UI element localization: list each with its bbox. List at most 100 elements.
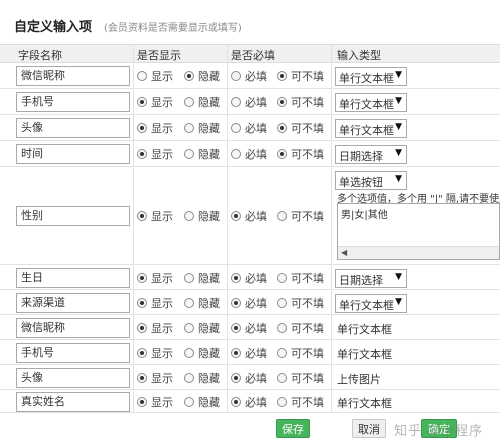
radio-icon[interactable]: [277, 397, 287, 407]
radio-icon[interactable]: [184, 348, 194, 358]
radio-icon[interactable]: [184, 298, 194, 308]
radio-icon[interactable]: [277, 149, 287, 159]
optional-radio[interactable]: 可不填: [277, 121, 324, 135]
radio-icon[interactable]: [137, 298, 147, 308]
radio-icon[interactable]: [231, 71, 241, 81]
radio-icon[interactable]: [137, 397, 147, 407]
show-radio[interactable]: 显示: [137, 271, 173, 285]
radio-icon[interactable]: [137, 211, 147, 221]
radio-icon[interactable]: [184, 273, 194, 283]
radio-icon[interactable]: [184, 323, 194, 333]
radio-icon[interactable]: [277, 298, 287, 308]
field-name-input[interactable]: 微信昵称: [16, 66, 130, 86]
optional-radio[interactable]: 可不填: [277, 346, 324, 360]
optional-radio[interactable]: 可不填: [277, 95, 324, 109]
hide-radio[interactable]: 隐藏: [184, 121, 220, 135]
required-radio[interactable]: 必填: [231, 321, 267, 335]
radio-icon[interactable]: [184, 71, 194, 81]
required-radio[interactable]: 必填: [231, 371, 267, 385]
field-name-input[interactable]: 时间: [16, 144, 130, 164]
show-radio[interactable]: 显示: [137, 147, 173, 161]
radio-icon[interactable]: [184, 373, 194, 383]
radio-icon[interactable]: [231, 273, 241, 283]
optional-radio[interactable]: 可不填: [277, 271, 324, 285]
optional-radio[interactable]: 可不填: [277, 395, 324, 409]
radio-icon[interactable]: [277, 373, 287, 383]
input-type-select[interactable]: 单行文本框 ▼: [335, 93, 407, 112]
radio-icon[interactable]: [231, 323, 241, 333]
radio-icon[interactable]: [277, 123, 287, 133]
hide-radio[interactable]: 隐藏: [184, 69, 220, 83]
optional-radio[interactable]: 可不填: [277, 69, 324, 83]
save-button[interactable]: 保存: [276, 419, 310, 438]
show-radio[interactable]: 显示: [137, 346, 173, 360]
radio-icon[interactable]: [231, 123, 241, 133]
horizontal-scrollbar[interactable]: ◀: [338, 246, 499, 259]
optional-radio[interactable]: 可不填: [277, 371, 324, 385]
radio-icon[interactable]: [137, 97, 147, 107]
hide-radio[interactable]: 隐藏: [184, 395, 220, 409]
show-radio[interactable]: 显示: [137, 209, 173, 223]
optional-radio[interactable]: 可不填: [277, 321, 324, 335]
hide-radio[interactable]: 隐藏: [184, 296, 220, 310]
show-radio[interactable]: 显示: [137, 321, 173, 335]
radio-icon[interactable]: [184, 397, 194, 407]
input-type-select[interactable]: 单行文本框 ▼: [335, 294, 407, 313]
field-name-input[interactable]: 头像: [16, 368, 130, 388]
required-radio[interactable]: 必填: [231, 69, 267, 83]
field-name-input[interactable]: 手机号: [16, 92, 130, 112]
show-radio[interactable]: 显示: [137, 296, 173, 310]
required-radio[interactable]: 必填: [231, 147, 267, 161]
required-radio[interactable]: 必填: [231, 95, 267, 109]
radio-icon[interactable]: [231, 97, 241, 107]
hide-radio[interactable]: 隐藏: [184, 209, 220, 223]
show-radio[interactable]: 显示: [137, 121, 173, 135]
input-type-select[interactable]: 单行文本框 ▼: [335, 67, 407, 86]
radio-icon[interactable]: [137, 71, 147, 81]
radio-icon[interactable]: [231, 397, 241, 407]
radio-icon[interactable]: [137, 273, 147, 283]
hide-radio[interactable]: 隐藏: [184, 271, 220, 285]
optional-radio[interactable]: 可不填: [277, 209, 324, 223]
radio-icon[interactable]: [184, 123, 194, 133]
radio-icon[interactable]: [277, 323, 287, 333]
optional-radio[interactable]: 可不填: [277, 147, 324, 161]
confirm-button[interactable]: 确定: [421, 419, 457, 438]
radio-icon[interactable]: [277, 348, 287, 358]
show-radio[interactable]: 显示: [137, 95, 173, 109]
radio-icon[interactable]: [184, 97, 194, 107]
radio-icon[interactable]: [137, 123, 147, 133]
radio-icon[interactable]: [184, 211, 194, 221]
radio-icon[interactable]: [231, 149, 241, 159]
field-name-input[interactable]: 微信昵称: [16, 318, 130, 338]
radio-icon[interactable]: [137, 373, 147, 383]
radio-icon[interactable]: [231, 373, 241, 383]
field-name-input[interactable]: 手机号: [16, 343, 130, 363]
required-radio[interactable]: 必填: [231, 296, 267, 310]
field-name-input[interactable]: 头像: [16, 118, 130, 138]
required-radio[interactable]: 必填: [231, 209, 267, 223]
optional-radio[interactable]: 可不填: [277, 296, 324, 310]
hide-radio[interactable]: 隐藏: [184, 346, 220, 360]
field-name-input[interactable]: 性别: [16, 206, 130, 226]
input-type-select[interactable]: 日期选择 ▼: [335, 269, 407, 288]
show-radio[interactable]: 显示: [137, 395, 173, 409]
hide-radio[interactable]: 隐藏: [184, 95, 220, 109]
input-type-select[interactable]: 单行文本框 ▼: [335, 119, 407, 138]
input-type-select[interactable]: 单选按钮 ▼: [335, 171, 407, 190]
radio-icon[interactable]: [277, 97, 287, 107]
required-radio[interactable]: 必填: [231, 271, 267, 285]
radio-icon[interactable]: [231, 348, 241, 358]
radio-icon[interactable]: [184, 149, 194, 159]
radio-icon[interactable]: [137, 348, 147, 358]
radio-icon[interactable]: [231, 298, 241, 308]
field-name-input[interactable]: 真实姓名: [16, 392, 130, 412]
hide-radio[interactable]: 隐藏: [184, 147, 220, 161]
required-radio[interactable]: 必填: [231, 395, 267, 409]
radio-icon[interactable]: [137, 149, 147, 159]
input-type-select[interactable]: 日期选择 ▼: [335, 145, 407, 164]
hide-radio[interactable]: 隐藏: [184, 371, 220, 385]
cancel-button[interactable]: 取消: [352, 419, 386, 438]
radio-icon[interactable]: [277, 273, 287, 283]
show-radio[interactable]: 显示: [137, 371, 173, 385]
